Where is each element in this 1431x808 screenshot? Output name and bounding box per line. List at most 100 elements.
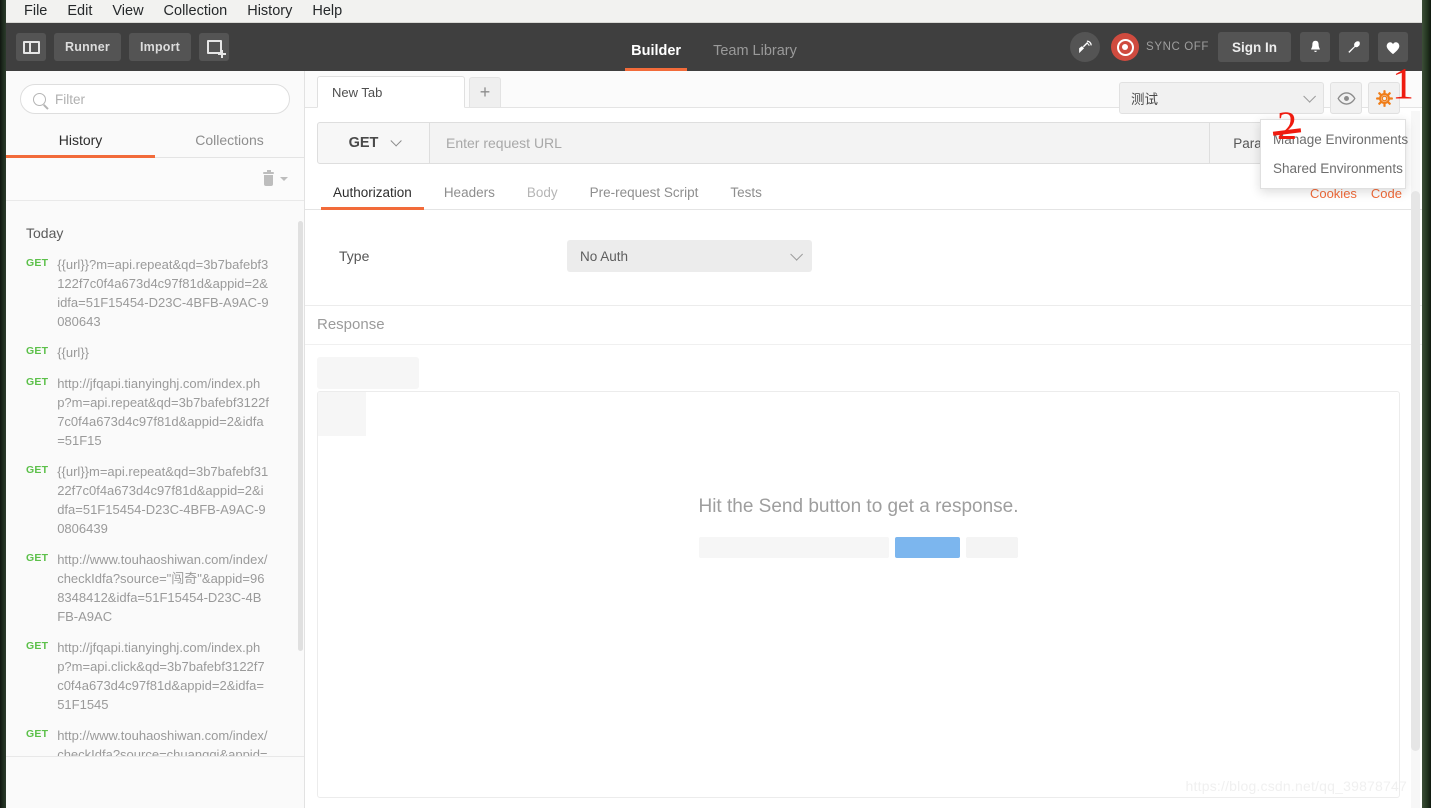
main-panel: New Tab + 测试 Manage Environments Shared … (305, 71, 1422, 808)
sidebar-tab-collections[interactable]: Collections (155, 124, 304, 157)
history-item[interactable]: GET http://www.touhaoshiwan.com/index/che… (6, 544, 304, 632)
menu-item-collection[interactable]: Collection (154, 0, 238, 22)
authorization-body: Type No Auth (305, 210, 1422, 272)
request-url-input[interactable] (430, 123, 1209, 163)
history-item-url: {{url}} (57, 345, 90, 360)
add-request-tab-button[interactable]: + (469, 77, 501, 107)
bell-icon (1310, 40, 1320, 52)
history-item-url: {{url}}?m=api.repeat&qd=3b7bafebf3122f7c… (57, 257, 269, 329)
notifications-button[interactable] (1300, 32, 1330, 62)
filter-box[interactable] (20, 84, 290, 114)
history-item-url: http://jfqapi.tianyinghj.com/index.php?m… (57, 376, 269, 448)
history-item[interactable]: GET http://jfqapi.tianyinghj.com/index.ph… (6, 632, 304, 720)
new-window-button[interactable] (199, 33, 230, 61)
gear-icon (1375, 89, 1393, 107)
menu-item-edit[interactable]: Edit (57, 0, 102, 22)
menu-item-history[interactable]: History (237, 0, 302, 22)
settings-wrench-button[interactable] (1339, 32, 1369, 62)
history-item-url: http://jfqapi.tianyinghj.com/index.php?m… (57, 640, 265, 712)
placeholder-bar-grey (699, 537, 889, 558)
sidebar-action-bar (6, 158, 304, 201)
sidebar-scrollbar[interactable] (298, 221, 303, 651)
tab-builder[interactable]: Builder (615, 43, 697, 71)
history-items-container: GET {{url}}?m=api.repeat&qd=3b7bafebf3122… (6, 249, 304, 808)
history-item-method: GET (26, 552, 49, 564)
sidebar-tabs: History Collections (6, 124, 304, 158)
chevron-down-icon (1303, 89, 1316, 103)
history-list[interactable]: Today GET {{url}}?m=api.repeat&qd=3b7bafe… (6, 211, 304, 808)
sidebar: History Collections Today GET {{url}}?m=a… (6, 71, 305, 808)
environment-settings-button[interactable] (1368, 82, 1400, 114)
window-edge-left (0, 0, 6, 808)
tab-pre-request-script[interactable]: Pre-request Script (574, 177, 715, 209)
sign-in-button[interactable]: Sign In (1218, 32, 1291, 62)
main-scrollbar-thumb[interactable] (1411, 191, 1420, 751)
history-item[interactable]: GET {{url}}?m=api.repeat&qd=3b7bafebf3122… (6, 249, 304, 337)
tab-authorization[interactable]: Authorization (317, 177, 428, 210)
history-item-url: http://www.touhaoshiwan.com/index/checkI… (57, 552, 268, 624)
request-section-tabs: Authorization Headers Body Pre-request S… (305, 177, 1422, 210)
history-item-url: {{url}}m=api.repeat&qd=3b7bafebf3122f7c0… (57, 464, 269, 536)
chevron-down-icon[interactable] (280, 177, 288, 181)
environment-select[interactable]: 测试 (1119, 82, 1324, 114)
import-button[interactable]: Import (128, 33, 192, 61)
tab-headers[interactable]: Headers (428, 177, 511, 209)
satellite-icon (1078, 39, 1092, 53)
trash-icon[interactable] (262, 169, 275, 187)
sidebar-footer (6, 756, 304, 808)
history-item-method: GET (26, 345, 49, 357)
http-method-select[interactable]: GET (318, 123, 430, 163)
history-item[interactable]: GET {{url}} (6, 337, 304, 368)
tab-team-library[interactable]: Team Library (697, 43, 813, 71)
history-item-method: GET (26, 640, 49, 652)
response-empty-message: Hit the Send button to get a response. (698, 496, 1019, 517)
heart-icon (1386, 41, 1400, 54)
auth-type-label: Type (339, 248, 370, 264)
environment-quick-look-button[interactable] (1330, 82, 1362, 114)
menu-item-help[interactable]: Help (302, 0, 352, 22)
eye-icon (1336, 91, 1356, 105)
placeholder-bar-grey-small (966, 537, 1018, 558)
history-section-label: Today (26, 225, 64, 241)
tab-tests[interactable]: Tests (714, 177, 778, 209)
sync-status[interactable]: SYNC OFF (1111, 33, 1209, 61)
sidebar-tab-history[interactable]: History (6, 124, 155, 158)
auth-type-row: Type No Auth (317, 240, 1400, 272)
environment-row: 测试 (1119, 82, 1400, 114)
response-toolbar-stub (317, 357, 419, 389)
menu-item-file[interactable]: File (14, 0, 57, 22)
chevron-down-icon (790, 247, 803, 261)
response-panel: Hit the Send button to get a response. (317, 391, 1400, 798)
search-icon (33, 92, 46, 106)
toolbar-left-group: Runner Import (6, 33, 230, 61)
search-input[interactable] (55, 91, 277, 107)
tab-body[interactable]: Body (511, 177, 574, 209)
app-toolbar: Runner Import Builder Team Library SYNC … (6, 23, 1422, 71)
sidebar-toggle-icon (22, 40, 40, 54)
history-item-method: GET (26, 464, 49, 476)
runner-button[interactable]: Runner (54, 33, 121, 61)
environment-selected-label: 测试 (1131, 92, 1158, 107)
sync-label: SYNC OFF (1146, 41, 1209, 53)
response-section-header: Response (305, 305, 1422, 345)
new-window-icon (206, 40, 226, 58)
menu-item-shared-environments[interactable]: Shared Environments (1261, 154, 1405, 183)
request-tab-new[interactable]: New Tab (317, 76, 465, 108)
sidebar-toggle-button[interactable] (16, 33, 46, 61)
history-item[interactable]: GET http://jfqapi.tianyinghj.com/index.ph… (6, 368, 304, 456)
sync-icon (1111, 33, 1140, 61)
wrench-icon (1348, 41, 1360, 53)
postman-app-window: File Edit View Collection History Help R… (0, 0, 1431, 808)
menu-bar: File Edit View Collection History Help (6, 0, 1422, 23)
response-empty-placeholder-bars (699, 537, 1018, 558)
history-item[interactable]: GET {{url}}m=api.repeat&qd=3b7bafebf3122f… (6, 456, 304, 544)
http-method-label: GET (348, 135, 379, 151)
menu-item-manage-environments[interactable]: Manage Environments (1261, 125, 1408, 154)
menu-item-view[interactable]: View (102, 0, 153, 22)
favorites-button[interactable] (1378, 32, 1408, 62)
response-sidebar-stub (318, 392, 366, 436)
url-bar: GET Params (317, 122, 1304, 164)
satellite-button[interactable] (1070, 32, 1101, 62)
auth-type-value: No Auth (580, 248, 629, 264)
auth-type-select[interactable]: No Auth (567, 240, 812, 272)
